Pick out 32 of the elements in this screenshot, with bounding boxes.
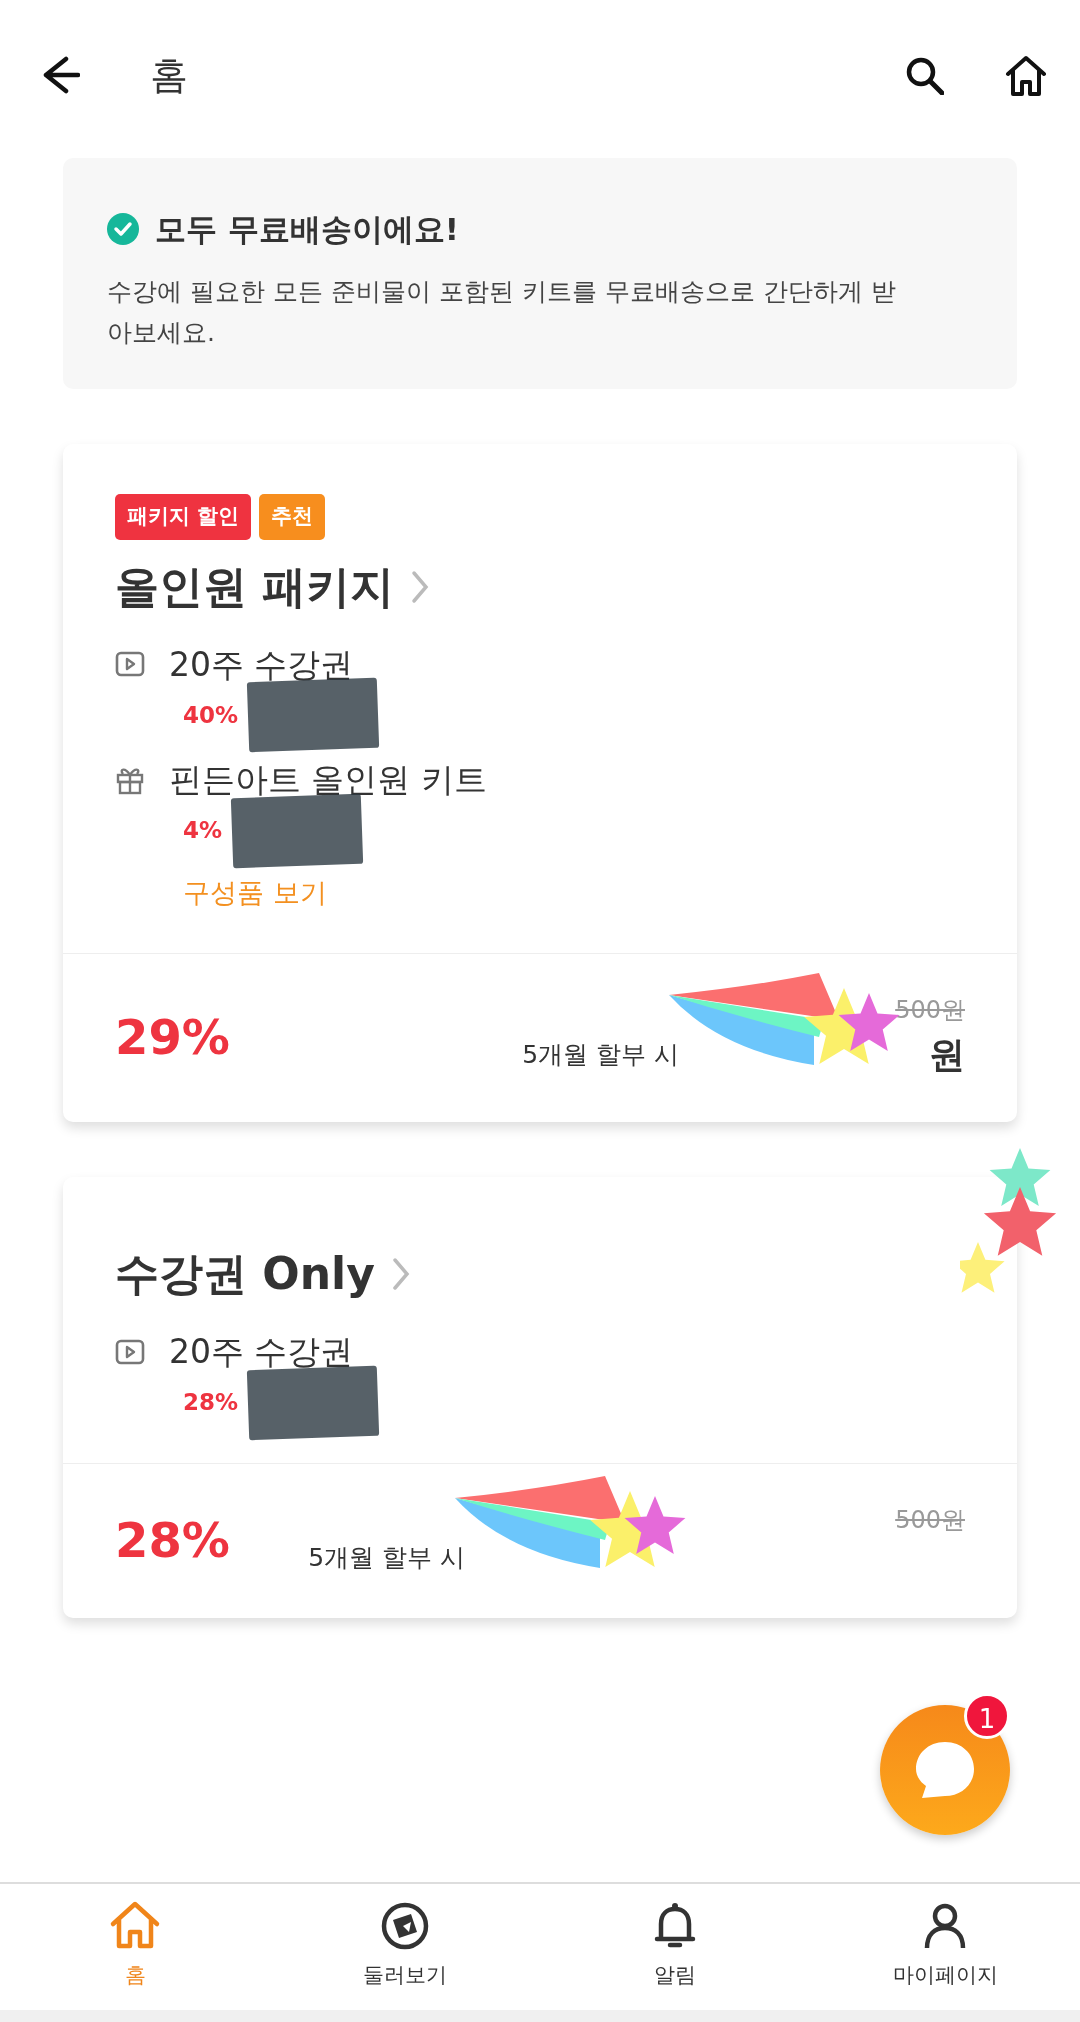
package-title[interactable]: 수강권 Only [115,1241,375,1307]
nav-tab[interactable]: 알림 [540,1884,810,2010]
installment-label: 5개월 할부 시 [308,1541,465,1574]
notice-text: 수강에 필요한 모든 준비물이 포함된 키트를 무료배송으로 간단하게 받아보세요. [107,275,897,349]
header-title: 홈 [150,51,188,99]
nav-tab[interactable]: 둘러보기 [270,1884,540,2010]
discount-rate: 4% [183,816,223,846]
video-icon [115,650,145,679]
video-icon [115,1337,145,1366]
original-price: 500원 [895,1504,965,1536]
discount-rate: 40% [183,700,239,730]
nav-tab[interactable]: 마이페이지 [810,1884,1080,2010]
tag-label: 패키지 할인 [115,494,252,540]
item-name: 20주 수강권 [169,1331,354,1373]
item-name: 핀든아트 올인원 키트 [169,759,487,801]
total-discount: 28% [115,1510,230,1570]
package-title[interactable]: 올인원 패키지 [115,553,395,620]
chevron-icon [390,1256,411,1292]
check-icon [107,213,139,246]
total-discount: 29% [115,1008,230,1067]
chevron-icon [410,568,431,605]
monthly-price: 원 [929,1033,965,1077]
installment-label: 5개월 할부 시 [522,1039,679,1072]
chat-button[interactable] [880,1705,1010,1835]
notice-title: 모두 무료배송이에요! [155,210,459,249]
original-price: 500원 [895,995,965,1026]
discount-rate: 28% [183,1388,239,1418]
search-icon[interactable] [904,55,944,95]
item-name: 20주 수강권 [169,643,354,686]
tag-label: 추천 [259,494,326,540]
explore-icon [379,1900,431,1952]
notification-badge: 1 [964,1693,1010,1739]
